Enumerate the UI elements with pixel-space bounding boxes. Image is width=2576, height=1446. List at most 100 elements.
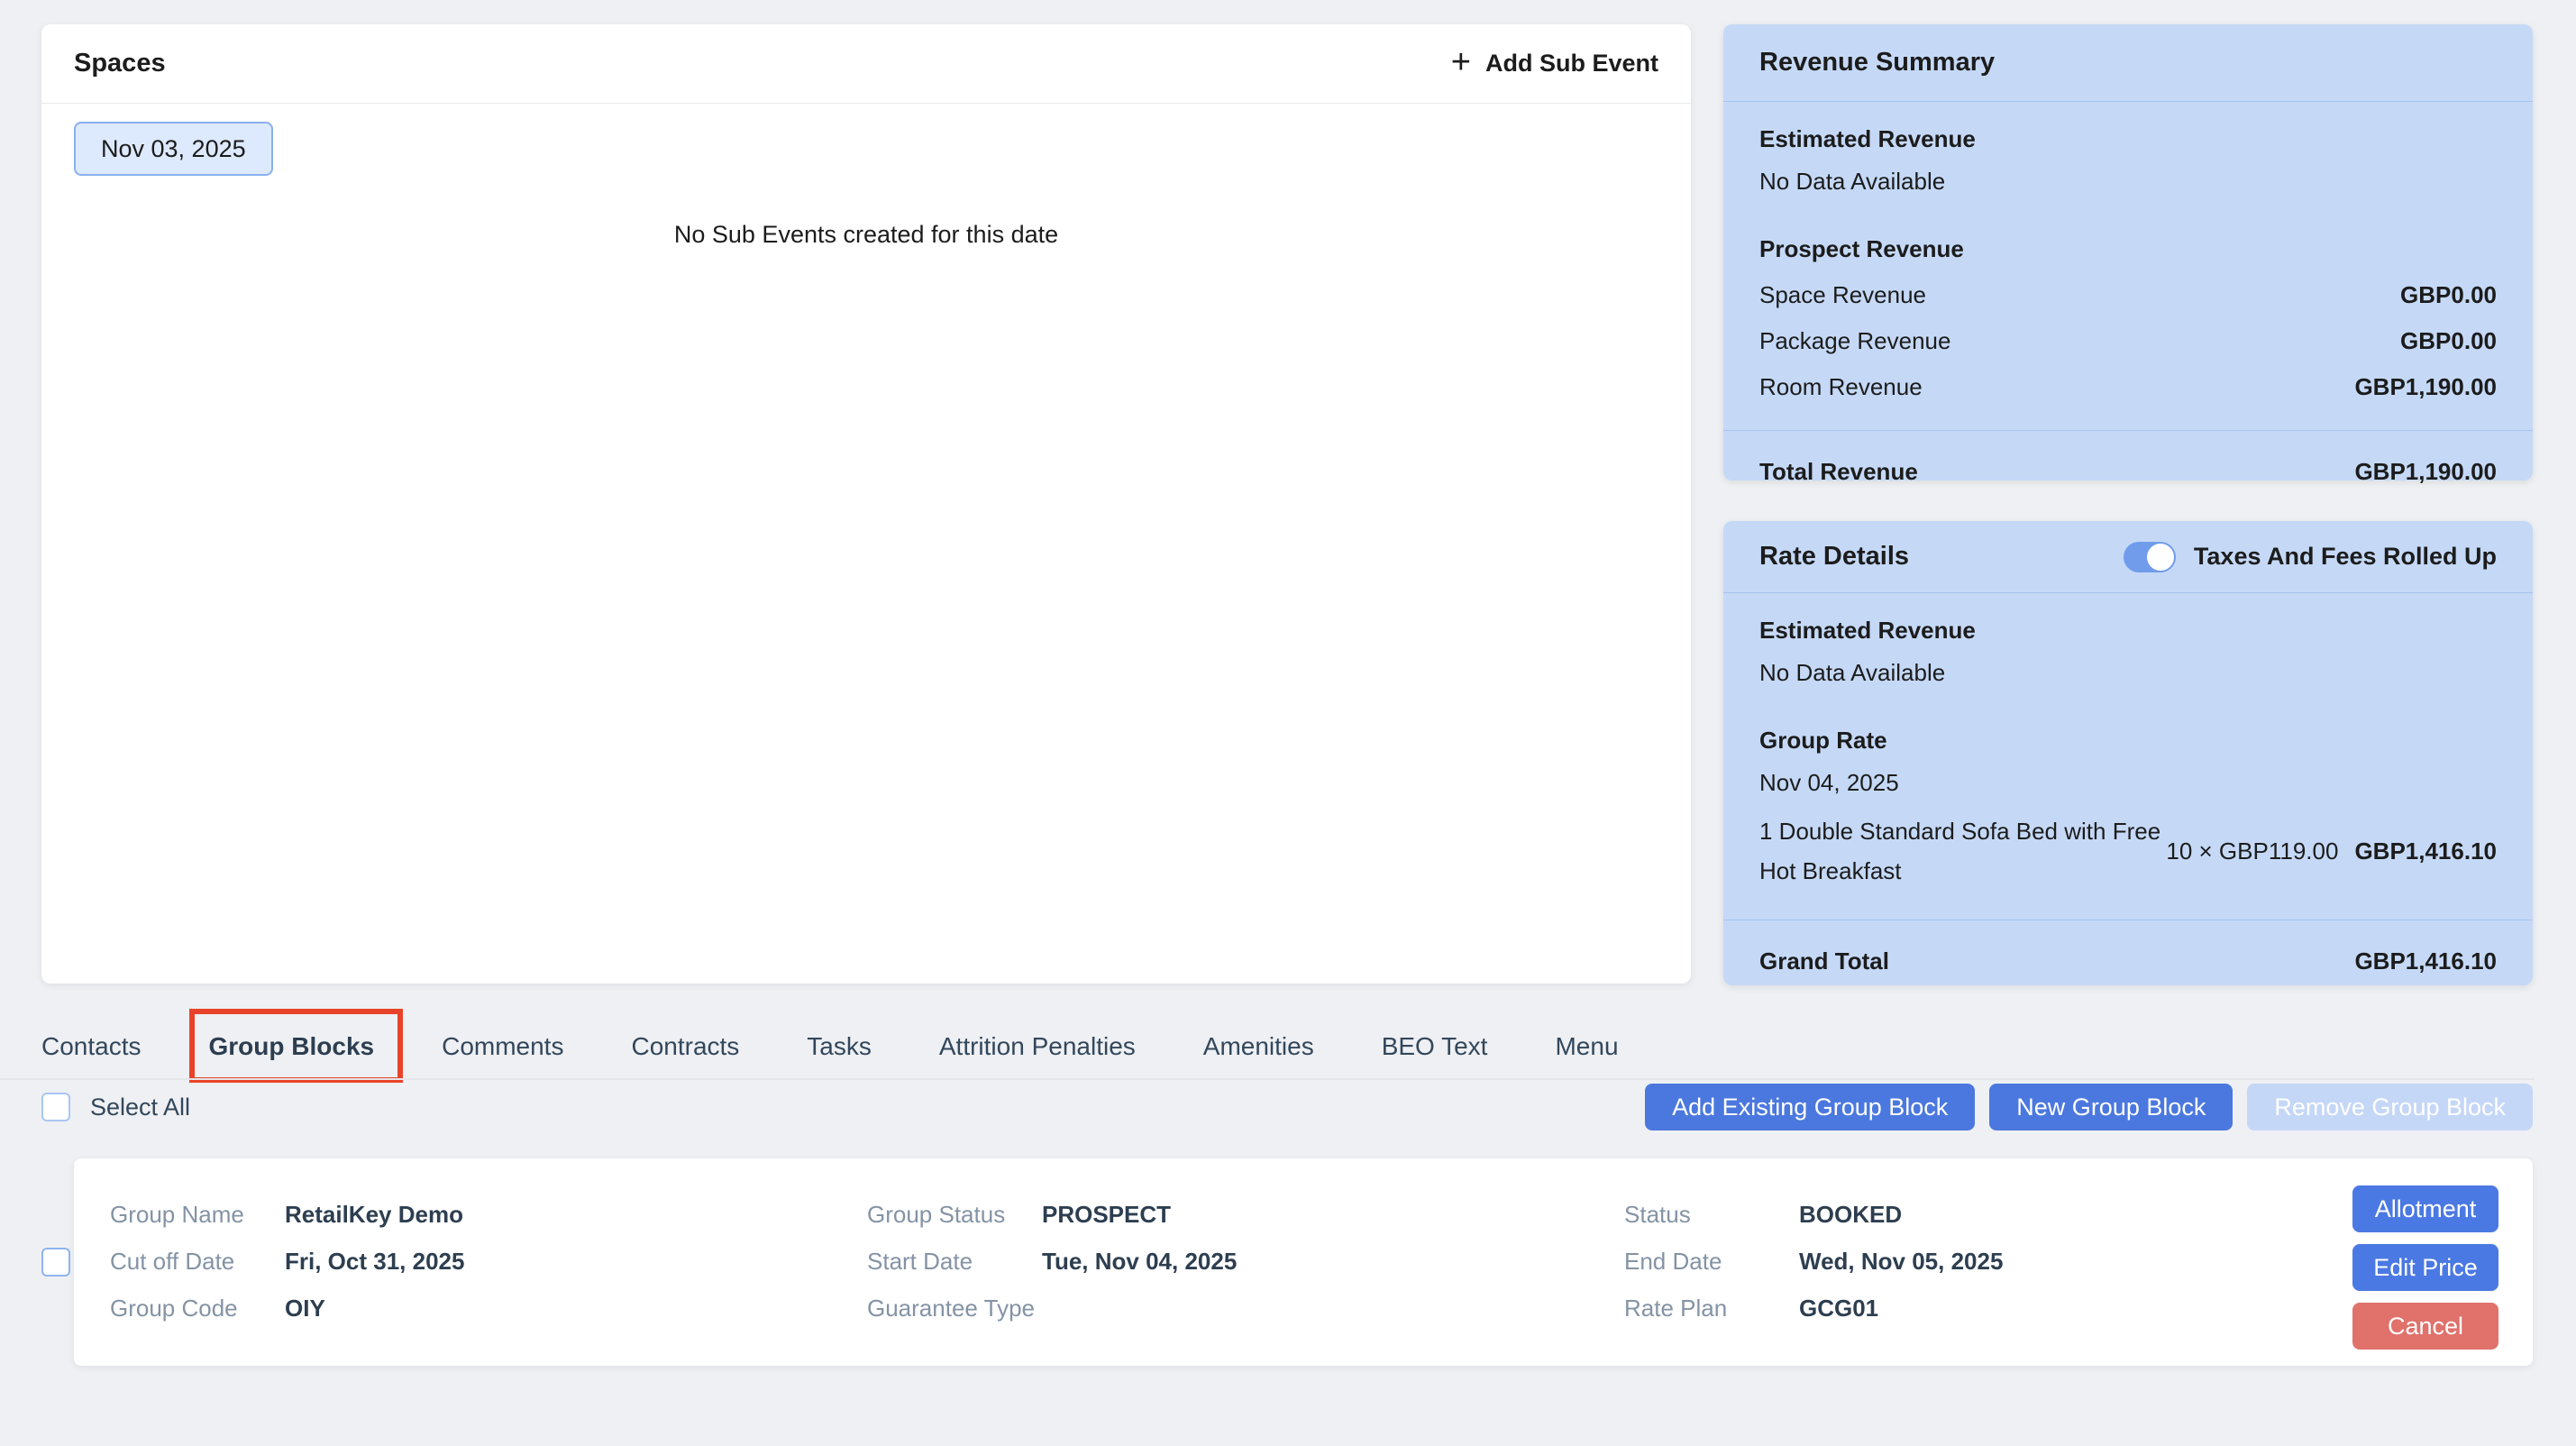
revenue-row: Room Revenue GBP1,190.00 xyxy=(1759,373,2497,401)
add-existing-group-block-button[interactable]: Add Existing Group Block xyxy=(1645,1084,1975,1130)
total-revenue-label: Total Revenue xyxy=(1759,458,1918,486)
tab-group-blocks-label: Group Blocks xyxy=(209,1032,375,1060)
group-block-column-3: Status BOOKED End Date Wed, Nov 05, 2025… xyxy=(1624,1191,2003,1332)
cut-off-date-value: Fri, Oct 31, 2025 xyxy=(285,1248,464,1276)
group-block-column-2: Group Status PROSPECT Start Date Tue, No… xyxy=(867,1191,1237,1332)
spaces-panel: Spaces + Add Sub Event Nov 03, 2025 No S… xyxy=(41,24,1691,984)
group-block-row-checkbox[interactable] xyxy=(41,1248,70,1277)
divider xyxy=(1723,430,2533,431)
prospect-revenue-label: Prospect Revenue xyxy=(1759,235,2497,263)
add-sub-event-label: Add Sub Event xyxy=(1485,50,1658,78)
taxes-toggle-group: Taxes And Fees Rolled Up xyxy=(2124,542,2497,572)
revenue-row-value: GBP0.00 xyxy=(2400,327,2497,355)
rate-details-title: Rate Details xyxy=(1759,542,1909,572)
field-label: Rate Plan xyxy=(1624,1295,1799,1322)
grand-total-row: Grand Total GBP1,416.10 xyxy=(1759,947,2497,975)
rate-item-name: 1 Double Standard Sofa Bed with Free Hot… xyxy=(1759,811,2166,891)
field-label: Group Code xyxy=(110,1295,285,1322)
cancel-button[interactable]: Cancel xyxy=(2352,1303,2498,1350)
toolbar-buttons: Add Existing Group Block New Group Block… xyxy=(1645,1084,2533,1130)
tab-bar-divider xyxy=(0,1078,2535,1080)
page: Spaces + Add Sub Event Nov 03, 2025 No S… xyxy=(0,0,2576,1446)
rate-item-amounts: 10 × GBP119.00 GBP1,416.10 xyxy=(2166,837,2497,865)
toggle-knob-icon xyxy=(2147,544,2174,571)
tab-menu[interactable]: Menu xyxy=(1555,1032,1618,1061)
rate-item-qty-rate: 10 × GBP119.00 xyxy=(2166,837,2338,865)
revenue-row: Package Revenue GBP0.00 xyxy=(1759,327,2497,355)
estimated-revenue-label: Estimated Revenue xyxy=(1759,617,2497,645)
revenue-summary-header: Revenue Summary xyxy=(1723,24,2533,102)
revenue-row-label: Package Revenue xyxy=(1759,327,1950,355)
revenue-summary-title: Revenue Summary xyxy=(1759,48,1995,78)
end-date-value: Wed, Nov 05, 2025 xyxy=(1799,1248,2003,1276)
field-row: Group Status PROSPECT xyxy=(867,1191,1237,1238)
tab-beo-text[interactable]: BEO Text xyxy=(1382,1032,1488,1061)
select-all-control[interactable]: Select All xyxy=(41,1093,190,1121)
group-rate-label: Group Rate xyxy=(1759,727,2497,755)
select-all-checkbox[interactable] xyxy=(41,1093,70,1121)
tab-tasks[interactable]: Tasks xyxy=(807,1032,872,1061)
revenue-row-label: Space Revenue xyxy=(1759,281,1926,309)
spaces-title: Spaces xyxy=(74,49,166,78)
select-all-label: Select All xyxy=(90,1094,190,1121)
field-row: Status BOOKED xyxy=(1624,1191,2003,1238)
group-block-column-1: Group Name RetailKey Demo Cut off Date F… xyxy=(110,1191,464,1332)
field-label: Group Name xyxy=(110,1201,285,1229)
field-row: Rate Plan GCG01 xyxy=(1624,1285,2003,1332)
tab-amenities[interactable]: Amenities xyxy=(1203,1032,1314,1061)
rate-details-panel: Rate Details Taxes And Fees Rolled Up Es… xyxy=(1723,521,2533,985)
edit-price-button[interactable]: Edit Price xyxy=(2352,1244,2498,1291)
new-group-block-button[interactable]: New Group Block xyxy=(1989,1084,2233,1130)
field-row: End Date Wed, Nov 05, 2025 xyxy=(1624,1238,2003,1285)
taxes-toggle[interactable] xyxy=(2124,542,2176,572)
revenue-row-label: Room Revenue xyxy=(1759,373,1923,401)
plus-icon: + xyxy=(1451,45,1471,79)
field-row: Guarantee Type xyxy=(867,1285,1237,1332)
group-name-value: RetailKey Demo xyxy=(285,1201,463,1229)
total-revenue-value: GBP1,190.00 xyxy=(2354,458,2497,486)
date-chip[interactable]: Nov 03, 2025 xyxy=(74,122,273,176)
field-label: Guarantee Type xyxy=(867,1295,1042,1322)
rate-date: Nov 04, 2025 xyxy=(1759,769,2497,797)
total-revenue-row: Total Revenue GBP1,190.00 xyxy=(1759,458,2497,486)
rate-details-body: Estimated Revenue No Data Available Grou… xyxy=(1723,593,2533,975)
group-blocks-toolbar: Select All Add Existing Group Block New … xyxy=(41,1084,2533,1130)
empty-message: No Sub Events created for this date xyxy=(74,221,1658,249)
allotment-button[interactable]: Allotment xyxy=(2352,1185,2498,1232)
group-code-value: OIY xyxy=(285,1295,325,1322)
tab-contacts[interactable]: Contacts xyxy=(41,1032,142,1061)
group-block-actions: Allotment Edit Price Cancel xyxy=(2352,1185,2498,1350)
tab-group-blocks[interactable]: Group Blocks xyxy=(209,1032,375,1061)
status-value: BOOKED xyxy=(1799,1201,1902,1229)
spaces-body: Nov 03, 2025 No Sub Events created for t… xyxy=(41,104,1691,267)
tab-bar: Contacts Group Blocks Comments Contracts… xyxy=(41,1019,1619,1075)
no-data-text: No Data Available xyxy=(1759,659,2497,687)
tab-contracts[interactable]: Contracts xyxy=(631,1032,739,1061)
group-status-value: PROSPECT xyxy=(1042,1201,1171,1229)
revenue-row: Space Revenue GBP0.00 xyxy=(1759,281,2497,309)
field-row: Group Name RetailKey Demo xyxy=(110,1191,464,1238)
tab-attrition-penalties[interactable]: Attrition Penalties xyxy=(939,1032,1136,1061)
rate-item-amount: GBP1,416.10 xyxy=(2354,837,2497,865)
field-label: Status xyxy=(1624,1201,1799,1229)
no-data-text: No Data Available xyxy=(1759,168,2497,196)
rate-details-header: Rate Details Taxes And Fees Rolled Up xyxy=(1723,521,2533,593)
grand-total-label: Grand Total xyxy=(1759,947,1889,975)
field-row: Start Date Tue, Nov 04, 2025 xyxy=(867,1238,1237,1285)
taxes-toggle-label: Taxes And Fees Rolled Up xyxy=(2194,543,2497,571)
revenue-row-value: GBP1,190.00 xyxy=(2354,373,2497,401)
field-row: Cut off Date Fri, Oct 31, 2025 xyxy=(110,1238,464,1285)
group-block-card: Group Name RetailKey Demo Cut off Date F… xyxy=(74,1158,2533,1366)
add-sub-event-button[interactable]: + Add Sub Event xyxy=(1451,49,1658,79)
remove-group-block-button[interactable]: Remove Group Block xyxy=(2247,1084,2533,1130)
rate-plan-value: GCG01 xyxy=(1799,1295,1878,1322)
revenue-summary-body: Estimated Revenue No Data Available Pros… xyxy=(1723,102,2533,486)
tab-comments[interactable]: Comments xyxy=(442,1032,563,1061)
field-label: End Date xyxy=(1624,1248,1799,1276)
start-date-value: Tue, Nov 04, 2025 xyxy=(1042,1248,1237,1276)
grand-total-value: GBP1,416.10 xyxy=(2354,947,2497,975)
revenue-summary-panel: Revenue Summary Estimated Revenue No Dat… xyxy=(1723,24,2533,480)
rate-item-row: 1 Double Standard Sofa Bed with Free Hot… xyxy=(1759,811,2497,891)
revenue-row-value: GBP0.00 xyxy=(2400,281,2497,309)
field-label: Start Date xyxy=(867,1248,1042,1276)
